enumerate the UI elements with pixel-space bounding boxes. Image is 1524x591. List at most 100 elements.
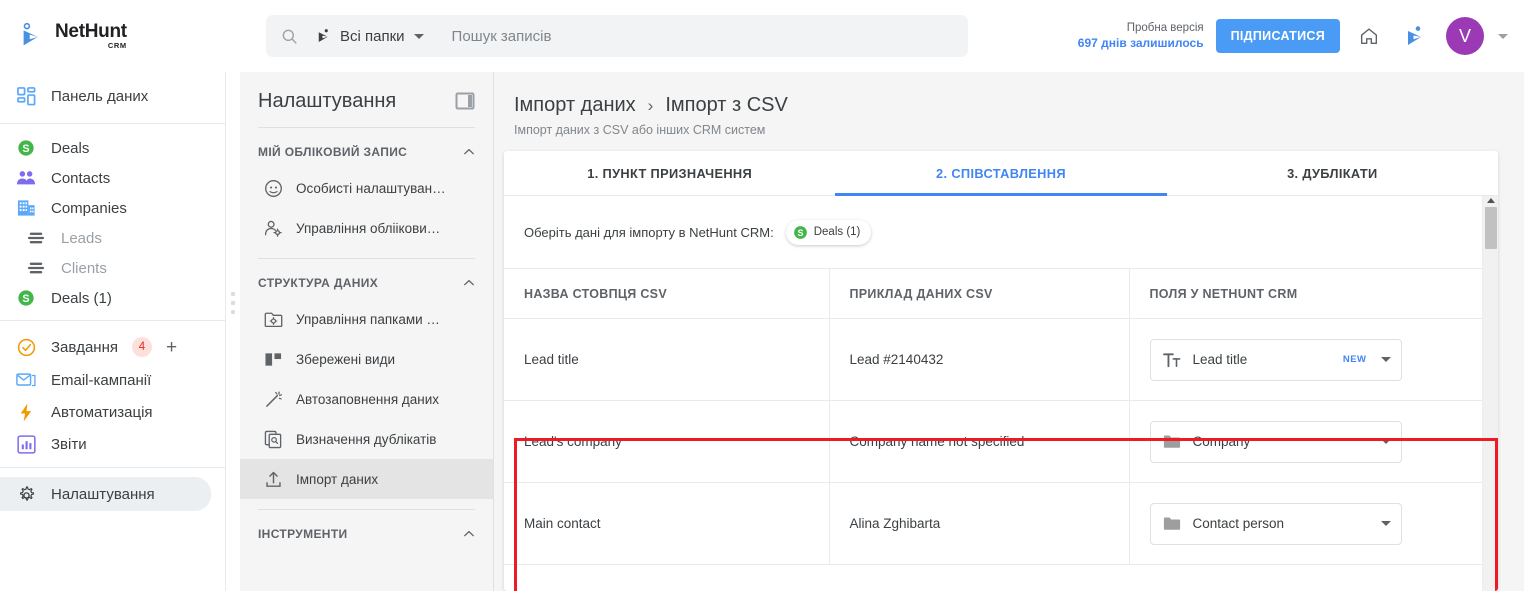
company-building-icon xyxy=(14,199,38,217)
breadcrumb-root[interactable]: Імпорт даних xyxy=(514,94,636,117)
divider xyxy=(0,467,225,468)
magic-wand-icon xyxy=(262,390,284,409)
cell-csv-column: Lead title xyxy=(504,318,830,401)
field-mapping-table: НАЗВА СТОВПЦЯ CSV ПРИКЛАД ДАНИХ CSV ПОЛЯ… xyxy=(504,268,1482,565)
divider xyxy=(0,320,225,321)
avatar[interactable]: V xyxy=(1446,17,1484,55)
settings-item-data-autofill[interactable]: Автозаповнення даних xyxy=(240,379,493,419)
settings-item-label: Управління обліікови… xyxy=(296,220,441,236)
task-check-icon xyxy=(14,338,38,357)
sidebar-item-email-campaigns[interactable]: Email-кампанії xyxy=(0,364,225,396)
top-bar-right: Пробна версія 697 днів залишилось ПІДПИС… xyxy=(1078,17,1524,55)
settings-section-my-account[interactable]: МІЙ ОБЛІКОВИЙ ЗАПИС xyxy=(240,128,493,168)
app-root: NetHunt CRM Всі папки Пошук записів Проб… xyxy=(0,0,1524,591)
sidebar-nav: Панель даних S Deals Contacts Companies … xyxy=(0,72,226,591)
cell-csv-column: Lead's company xyxy=(504,400,830,483)
cell-csv-sample: Company name not specified xyxy=(829,400,1130,483)
settings-item-duplicate-detection[interactable]: Визначення дублікатів xyxy=(240,419,493,459)
settings-item-account-management[interactable]: Управління обліікови… xyxy=(240,208,493,248)
cell-crm-field: Company xyxy=(1129,400,1482,483)
settings-item-personal-settings[interactable]: Особисті налаштуван… xyxy=(240,168,493,208)
scroll-up-arrow-icon[interactable] xyxy=(1486,198,1495,203)
home-icon xyxy=(1360,28,1378,45)
sidebar-item-label: Clients xyxy=(61,259,107,277)
folder-icon xyxy=(1163,516,1182,531)
contacts-people-icon xyxy=(14,169,38,187)
user-gear-icon xyxy=(262,219,284,238)
sidebar-item-contacts[interactable]: Contacts xyxy=(0,163,225,193)
gear-icon xyxy=(14,485,38,504)
trial-days-left: 697 днів залишилось xyxy=(1077,35,1204,50)
settings-panel-title: Налаштування xyxy=(258,90,397,112)
sidebar-item-label: Панель даних xyxy=(51,87,149,105)
brand-sub: CRM xyxy=(107,41,127,51)
tasks-count-badge: 4 xyxy=(132,337,152,357)
crm-field-dropdown[interactable]: Contact person xyxy=(1149,502,1402,545)
tab-mapping[interactable]: 2. СПІВСТАВЛЕННЯ xyxy=(835,151,1167,196)
panel-resize-handle[interactable] xyxy=(231,292,235,314)
settings-panel-header: Налаштування xyxy=(240,80,493,121)
settings-section-label: МІЙ ОБЛІКОВИЙ ЗАПИС xyxy=(258,145,408,159)
sidebar-item-deals-1[interactable]: S Deals (1) xyxy=(0,283,225,313)
chevron-down-icon[interactable] xyxy=(1498,33,1508,39)
settings-section-tools[interactable]: ІНСТРУМЕНТИ xyxy=(240,510,493,550)
subscribe-button[interactable]: ПІДПИСАТИСЯ xyxy=(1215,19,1340,53)
sidebar-item-label: Налаштування xyxy=(51,485,155,503)
settings-item-data-import[interactable]: Імпорт даних xyxy=(240,459,493,499)
nethunt-bird-icon xyxy=(23,22,38,46)
page-description: Імпорт даних з CSV або інших CRM систем xyxy=(514,123,766,137)
scrollbar-thumb[interactable] xyxy=(1484,207,1497,249)
sidebar-item-dashboard[interactable]: Панель даних xyxy=(0,76,225,116)
settings-item-label: Збережені види xyxy=(296,351,395,367)
settings-item-label: Автозаповнення даних xyxy=(296,391,440,407)
sidebar-item-reports[interactable]: Звіти xyxy=(0,428,225,460)
sidebar-item-label: Deals xyxy=(51,139,90,157)
sidebar-item-leads[interactable]: Leads xyxy=(0,223,225,253)
settings-section-data-structure[interactable]: СТРУКТУРА ДАНИХ xyxy=(240,259,493,299)
table-row: Lead's company Company name not specifie… xyxy=(504,400,1482,483)
settings-item-folder-management[interactable]: Управління папками … xyxy=(240,299,493,339)
add-task-button[interactable]: + xyxy=(166,338,177,357)
chevron-down-icon xyxy=(1380,357,1391,362)
settings-item-label: Управління папками … xyxy=(296,311,440,327)
text-format-icon xyxy=(1163,352,1182,368)
tab-duplicates[interactable]: 3. ДУБЛІКАТИ xyxy=(1167,151,1498,195)
home-button[interactable] xyxy=(1352,19,1386,53)
settings-item-saved-views[interactable]: Збережені види xyxy=(240,339,493,379)
crm-field-label: Lead title xyxy=(1192,352,1248,367)
table-row: Main contact Alina Zghibarta Contact per… xyxy=(504,482,1482,565)
cell-csv-column: Main contact xyxy=(504,482,830,565)
crm-field-dropdown[interactable]: Company xyxy=(1149,420,1402,463)
sidebar-item-automation[interactable]: Автоматизація xyxy=(0,396,225,428)
deal-dollar-icon: S xyxy=(793,225,807,239)
chevron-down-icon xyxy=(1380,521,1391,526)
panel-collapse-icon[interactable] xyxy=(455,91,477,113)
search-bar[interactable]: Всі папки Пошук записів xyxy=(266,15,968,57)
sidebar-item-tasks[interactable]: Завдання 4 + xyxy=(0,330,225,364)
new-field-badge: NEW xyxy=(1342,354,1367,365)
sidebar-item-settings[interactable]: Налаштування xyxy=(0,477,211,511)
import-upload-icon xyxy=(262,470,284,489)
sidebar-item-companies[interactable]: Companies xyxy=(0,193,225,223)
chip-label: Deals (1) xyxy=(813,226,861,238)
person-circle-icon xyxy=(262,179,284,198)
trial-label: Пробна версія xyxy=(1126,22,1204,35)
sidebar-item-deals[interactable]: S Deals xyxy=(0,133,225,163)
brand-logo[interactable]: NetHunt CRM xyxy=(0,21,246,51)
search-input[interactable]: Пошук записів xyxy=(452,28,552,45)
crm-field-dropdown[interactable]: Lead title NEW xyxy=(1149,338,1402,381)
top-bar: NetHunt CRM Всі папки Пошук записів Проб… xyxy=(0,0,1524,72)
vertical-scrollbar[interactable] xyxy=(1482,196,1498,591)
settings-item-label: Особисті налаштуван… xyxy=(296,180,446,196)
sidebar-item-label: Звіти xyxy=(51,435,87,453)
destination-folder-chip[interactable]: S Deals (1) xyxy=(785,219,872,245)
panel-resize-column xyxy=(226,72,240,591)
divider xyxy=(0,123,225,124)
sidebar-item-label: Deals (1) xyxy=(51,289,112,307)
settings-item-label: Визначення дублікатів xyxy=(296,431,437,447)
tab-destination[interactable]: 1. ПУНКТ ПРИЗНАЧЕННЯ xyxy=(504,151,835,195)
chevron-up-icon xyxy=(464,530,474,537)
sidebar-item-clients[interactable]: Clients xyxy=(0,253,225,283)
folder-filter-dropdown[interactable]: Всі папки xyxy=(315,27,424,45)
nethunt-app-button[interactable] xyxy=(1398,19,1432,53)
